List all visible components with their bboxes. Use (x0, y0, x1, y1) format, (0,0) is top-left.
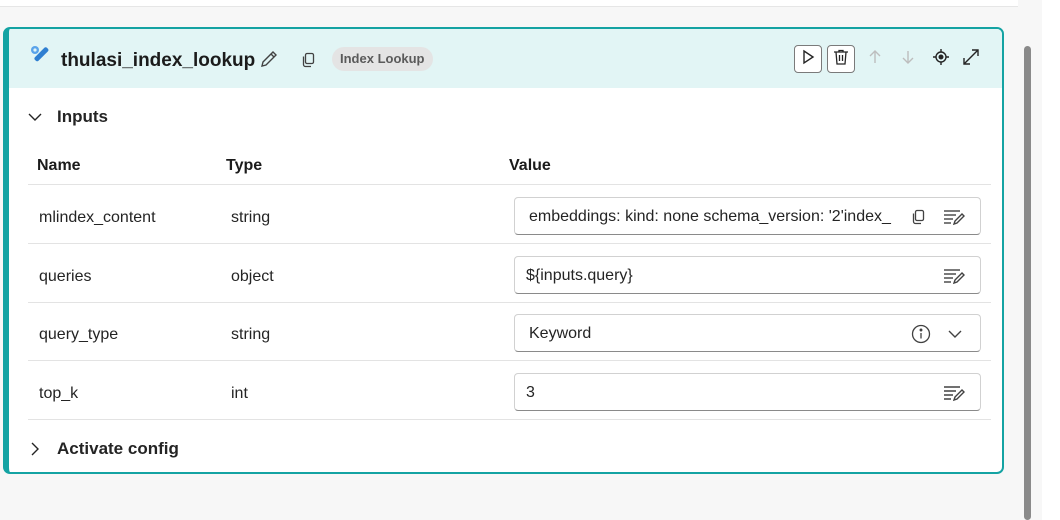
queries-field[interactable]: ${inputs.query} (514, 256, 981, 294)
chevron-right-icon (25, 439, 45, 459)
scrollbar-thumb[interactable] (1024, 46, 1031, 520)
column-header-name: Name (37, 157, 81, 174)
row-divider (28, 302, 991, 303)
text-edit-icon[interactable] (942, 264, 966, 288)
queries-value: ${inputs.query} (526, 267, 633, 284)
input-name-mlindex-content: mlindex_content (39, 209, 156, 226)
row-divider (28, 360, 991, 361)
query-type-selected-value: Keyword (529, 325, 592, 342)
column-header-value: Value (509, 157, 551, 174)
mlindex-content-value: embeddings: kind: none schema_version: '… (529, 208, 891, 225)
row-divider (28, 243, 991, 244)
row-divider (28, 419, 991, 420)
copy-icon[interactable] (907, 205, 931, 229)
input-type-query-type: string (231, 326, 271, 343)
query-type-dropdown[interactable]: Keyword (514, 314, 981, 352)
text-edit-icon[interactable] (942, 205, 966, 229)
input-name-top-k: top_k (39, 385, 79, 402)
top-k-field[interactable]: 3 (514, 373, 981, 411)
table-divider (28, 184, 991, 185)
node-type-badge: Index Lookup (332, 47, 433, 71)
copy-icon[interactable] (297, 48, 321, 72)
input-name-queries: queries (39, 268, 92, 285)
node-card: thulasi_index_lookup Index Lookup Inputs… (3, 27, 1004, 474)
mlindex-content-field[interactable]: embeddings: kind: none schema_version: '… (514, 197, 981, 235)
target-icon (932, 48, 950, 71)
input-type-mlindex-content: string (231, 209, 271, 226)
arrow-down-icon (900, 49, 916, 70)
chevron-down-icon (25, 107, 45, 127)
text-edit-icon[interactable] (942, 381, 966, 405)
run-button[interactable] (794, 45, 822, 73)
column-header-type: Type (226, 157, 263, 174)
activate-config-toggle[interactable]: Activate config (25, 439, 179, 459)
pencil-edit-icon[interactable] (257, 47, 281, 71)
input-name-query-type: query_type (39, 326, 119, 343)
chevron-down-icon[interactable] (943, 322, 967, 346)
node-title: thulasi_index_lookup (61, 50, 256, 71)
window-edge (1042, 0, 1060, 520)
expand-button[interactable] (957, 45, 985, 73)
wrench-tool-icon (31, 46, 49, 64)
node-header: thulasi_index_lookup Index Lookup (9, 29, 1002, 88)
move-up-button[interactable] (861, 45, 889, 73)
input-type-queries: object (231, 268, 274, 285)
delete-button[interactable] (827, 45, 855, 73)
expand-icon (962, 48, 980, 71)
activate-config-label: Activate config (57, 439, 179, 458)
scrollbar-track[interactable] (1030, 0, 1042, 520)
input-type-top-k: int (231, 385, 248, 402)
trash-icon (832, 48, 850, 71)
canvas-top-strip (0, 0, 1018, 7)
info-icon[interactable] (909, 322, 933, 346)
arrow-up-icon (867, 49, 883, 70)
play-icon (800, 49, 816, 70)
locate-button[interactable] (927, 45, 955, 73)
top-k-value: 3 (526, 384, 535, 401)
inputs-section-toggle[interactable]: Inputs (25, 107, 108, 127)
inputs-section-label: Inputs (57, 107, 108, 126)
move-down-button[interactable] (894, 45, 922, 73)
